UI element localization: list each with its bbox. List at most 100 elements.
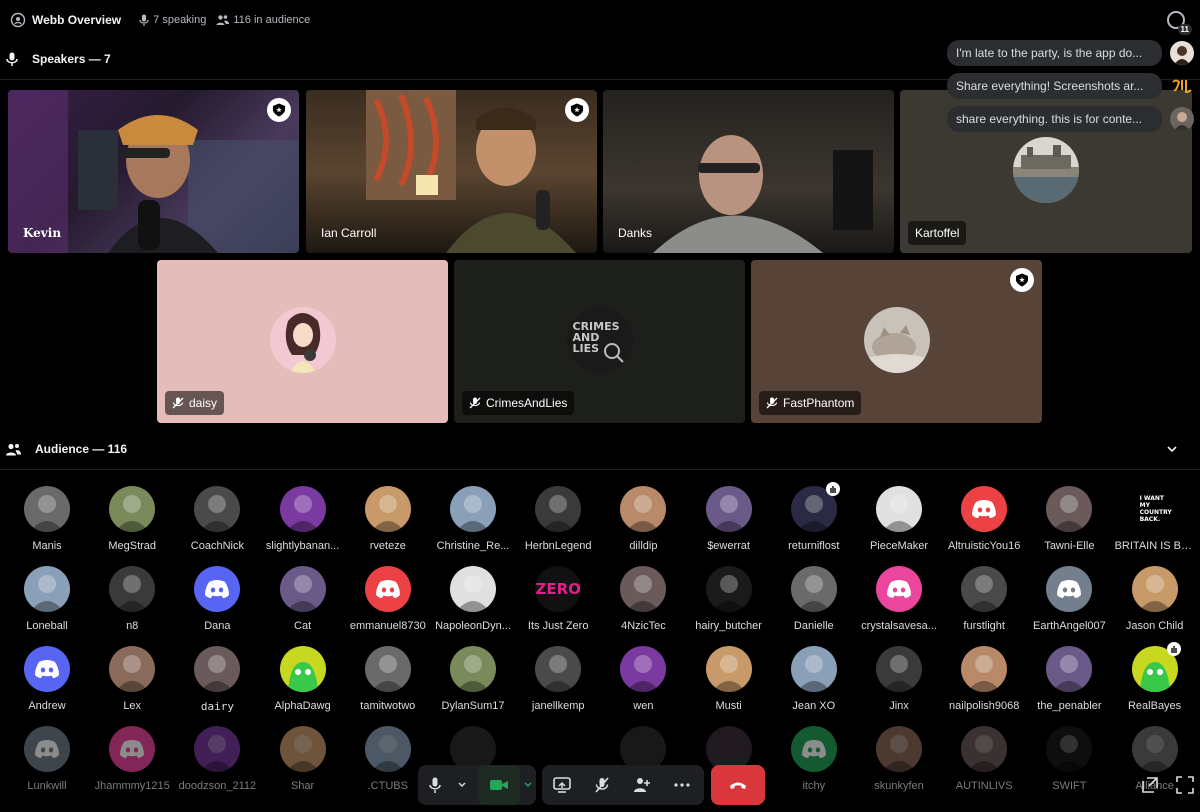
mic-options-button[interactable] bbox=[452, 765, 472, 805]
audience-member[interactable]: Musti bbox=[689, 646, 769, 712]
divider bbox=[0, 469, 1200, 470]
more-options-button[interactable] bbox=[662, 765, 702, 805]
audience-member[interactable]: Jason Child bbox=[1115, 566, 1195, 632]
chat-notification[interactable]: share everything. this is for conte... bbox=[947, 106, 1162, 132]
audience-member[interactable]: 4NzicTec bbox=[603, 566, 683, 632]
audience-member[interactable]: Tawni-Elle bbox=[1029, 486, 1109, 552]
audience-member[interactable]: nailpolish9068 bbox=[944, 646, 1024, 712]
avatar bbox=[535, 646, 582, 692]
audience-member[interactable]: I WANT MY COUNTRY BACK. BRITAIN IS BR... bbox=[1115, 486, 1195, 552]
audience-member[interactable]: NapoleonDyn... bbox=[433, 566, 513, 632]
avatar bbox=[109, 726, 156, 772]
audience-member[interactable]: Loneball bbox=[7, 566, 87, 632]
speaker-name: Ian Carroll bbox=[321, 226, 377, 240]
audience-member[interactable]: PieceMaker bbox=[859, 486, 939, 552]
audience-count: 116 in audience bbox=[216, 14, 310, 26]
avatar bbox=[876, 646, 922, 692]
avatar bbox=[279, 566, 326, 612]
leave-stage-button[interactable] bbox=[711, 765, 765, 805]
audience-member[interactable]: Lunkwill bbox=[7, 726, 87, 792]
phone-hangup-icon bbox=[730, 782, 746, 789]
audience-member[interactable]: itchy bbox=[774, 726, 854, 792]
audience-member[interactable]: DylanSum17 bbox=[433, 646, 513, 712]
audience-member-name: slightlybanan... bbox=[265, 540, 340, 552]
audience-member[interactable]: slightlybanan... bbox=[263, 486, 343, 552]
audience-member[interactable]: Jinx bbox=[859, 646, 939, 712]
audience-member[interactable]: the_penabler bbox=[1029, 646, 1109, 712]
camera-button[interactable] bbox=[478, 765, 520, 805]
audience-member[interactable]: hairy_butcher bbox=[689, 566, 769, 632]
speaker-tile-daisy[interactable]: daisy bbox=[157, 260, 448, 423]
audience-member[interactable]: emmanuel8730 bbox=[348, 566, 428, 632]
chat-notification[interactable]: Share everything! Screenshots ar... bbox=[947, 73, 1162, 99]
audience-member-name: Jhammmy1215 bbox=[94, 780, 170, 792]
chevron-down-icon[interactable] bbox=[1166, 443, 1178, 455]
mic-button[interactable] bbox=[418, 765, 452, 805]
audience-member[interactable]: doodzson_2112 bbox=[177, 726, 257, 792]
audience-member[interactable]: furstlight bbox=[944, 566, 1024, 632]
audience-member[interactable]: CoachNick bbox=[177, 486, 257, 552]
audience-member[interactable]: HerbnLegend bbox=[518, 486, 598, 552]
audience-member-name: $ewerrat bbox=[707, 540, 750, 552]
audience-member[interactable]: AltruisticYou16 bbox=[944, 486, 1024, 552]
audience-member-name: Cat bbox=[294, 620, 312, 632]
audience-member[interactable]: dilldip bbox=[603, 486, 683, 552]
audience-member-name: Jean XO bbox=[792, 700, 836, 712]
popout-icon[interactable] bbox=[1141, 776, 1159, 794]
speaker-tile-danks[interactable]: Danks bbox=[603, 90, 894, 253]
audience-member[interactable]: .CTUBS bbox=[348, 726, 428, 792]
audience-member[interactable]: janellkemp bbox=[518, 646, 598, 712]
fullscreen-icon[interactable] bbox=[1176, 776, 1194, 794]
speaker-avatar bbox=[269, 307, 336, 373]
audience-member[interactable]: Shar bbox=[263, 726, 343, 792]
avatar bbox=[1046, 726, 1093, 772]
chat-notification[interactable]: I'm late to the party, is the app do... bbox=[947, 40, 1162, 66]
audience-member[interactable]: AUTINLIVS bbox=[944, 726, 1024, 792]
audience-section-header[interactable]: Audience — 116 bbox=[0, 437, 1200, 461]
move-to-audience-button[interactable] bbox=[582, 765, 622, 805]
avatar bbox=[24, 566, 70, 612]
audience-member[interactable]: crystalsavesa... bbox=[859, 566, 939, 632]
audience-member[interactable]: tamitwotwo bbox=[348, 646, 428, 712]
audience-member[interactable]: Manis bbox=[7, 486, 87, 552]
avatar bbox=[1046, 566, 1093, 612]
camera-icon bbox=[490, 780, 508, 790]
speaker-tile-ian-carroll[interactable]: Ian Carroll bbox=[306, 90, 597, 253]
audience-member-name: emmanuel8730 bbox=[349, 620, 426, 632]
audience-member[interactable]: ZERO Its Just Zero bbox=[518, 566, 598, 632]
audience-member[interactable]: Jean XO bbox=[774, 646, 854, 712]
discord-logo-icon bbox=[375, 580, 400, 598]
audience-member-name: wen bbox=[633, 700, 654, 712]
mic-icon bbox=[139, 14, 149, 26]
audience-member[interactable]: Dana bbox=[177, 566, 257, 632]
avatar bbox=[876, 726, 922, 772]
raise-hand-button[interactable] bbox=[622, 765, 662, 805]
audience-member[interactable]: Christine_Re... bbox=[433, 486, 513, 552]
audience-member[interactable]: wen bbox=[603, 646, 683, 712]
audience-member[interactable]: returniflost bbox=[774, 482, 854, 552]
inbox-button[interactable]: 11 bbox=[1166, 10, 1192, 35]
audience-member-name: Shar bbox=[290, 780, 315, 792]
avatar bbox=[961, 566, 1008, 612]
audience-member[interactable]: Lex bbox=[92, 646, 172, 712]
audience-member[interactable]: RealBayes bbox=[1115, 642, 1195, 712]
audience-member[interactable]: Danielle bbox=[774, 566, 854, 632]
audience-member[interactable]: rveteze bbox=[348, 486, 428, 552]
audience-member[interactable]: Jhammmy1215 bbox=[92, 726, 172, 792]
audience-member[interactable]: SWIFT bbox=[1029, 726, 1109, 792]
camera-options-button[interactable] bbox=[520, 765, 536, 805]
audience-member[interactable]: AlphaDawg bbox=[263, 646, 343, 712]
speaker-tile-fastphantom[interactable]: FastPhantom bbox=[751, 260, 1042, 423]
audience-member[interactable]: Andrew bbox=[7, 646, 87, 712]
avatar bbox=[24, 486, 70, 532]
audience-member[interactable]: Cat bbox=[263, 566, 343, 632]
audience-member[interactable]: MegStrad bbox=[92, 486, 172, 552]
speaker-tile-crimesandlies[interactable]: CRIMES AND LIES CrimesAndLies bbox=[454, 260, 745, 423]
speaker-tile-kevin[interactable]: Kevin bbox=[8, 90, 299, 253]
audience-member[interactable]: n8 bbox=[92, 566, 172, 632]
audience-member[interactable]: EarthAngel007 bbox=[1029, 566, 1109, 632]
screen-share-button[interactable] bbox=[542, 765, 582, 805]
audience-member[interactable]: dairy bbox=[177, 646, 257, 713]
audience-member[interactable]: $ewerrat bbox=[689, 486, 769, 552]
audience-member[interactable]: skunkyfen bbox=[859, 726, 939, 792]
